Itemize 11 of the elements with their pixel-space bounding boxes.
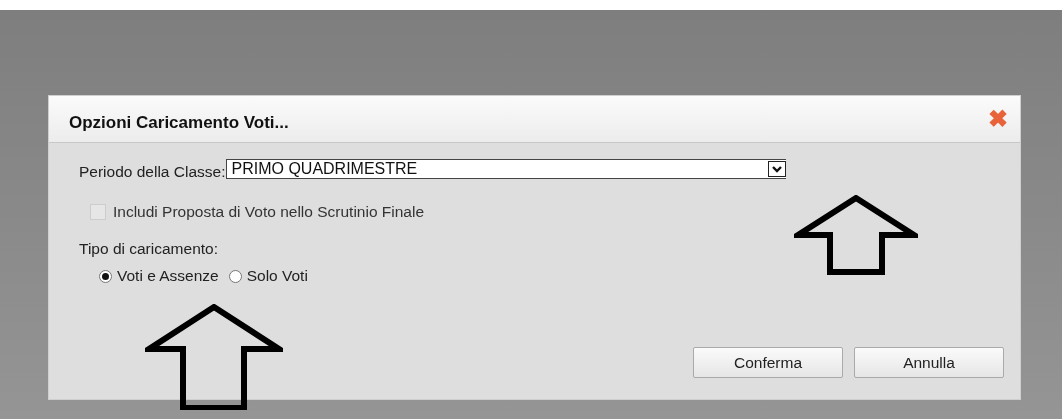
period-label: Periodo della Classe: xyxy=(79,163,226,181)
dialog-title: Opzioni Caricamento Voti... xyxy=(69,113,289,133)
radio-label: Voti e Assenze xyxy=(117,267,219,285)
radio-label: Solo Voti xyxy=(246,267,308,285)
checkbox-label: Includi Proposta di Voto nello Scrutinio Finale xyxy=(113,203,425,221)
load-type-label: Tipo di caricamento: xyxy=(79,240,219,258)
radio-button[interactable] xyxy=(99,269,112,283)
dialog-button[interactable]: Conferma xyxy=(693,347,843,378)
radio-button[interactable] xyxy=(228,269,242,283)
period-select[interactable]: PRIMO QUADRIMESTRE xyxy=(226,159,787,179)
dialog-button[interactable]: Annulla xyxy=(854,347,1004,378)
